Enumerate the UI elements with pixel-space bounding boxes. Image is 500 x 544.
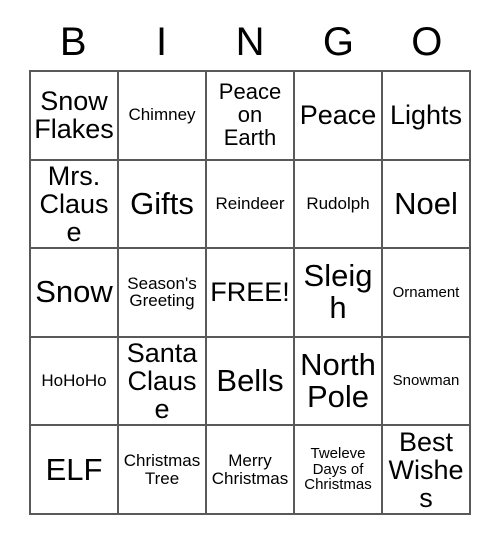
bingo-cell[interactable]: Chimney xyxy=(119,72,207,161)
bingo-cell-label: Snow Flakes xyxy=(34,86,114,145)
bingo-cell-label: Tweleve Days of Christmas xyxy=(304,445,372,494)
bingo-cell-label: Mrs. Clause xyxy=(39,160,109,247)
bingo-grid: Snow Flakes Chimney Peace on Earth Peace… xyxy=(29,70,471,515)
bingo-cell[interactable]: Best Wishes xyxy=(383,426,471,515)
bingo-cell-label: North Pole xyxy=(300,346,376,415)
bingo-cell[interactable]: HoHoHo xyxy=(31,337,119,427)
bingo-cell[interactable]: Rudolph xyxy=(295,160,383,250)
bingo-cell-label: Bells xyxy=(216,362,284,398)
bingo-cell[interactable]: ELF xyxy=(31,426,119,515)
bingo-cell[interactable]: Sleigh xyxy=(295,249,383,338)
bingo-cell[interactable]: Reindeer xyxy=(207,160,295,250)
bingo-cell[interactable]: Ornament xyxy=(383,249,471,338)
bingo-cell-label: Rudolph xyxy=(306,194,370,214)
bingo-cell[interactable]: Season's Greeting xyxy=(119,249,207,338)
bingo-card: B I N G O Snow Flakes Chimney Peace on E… xyxy=(29,14,471,515)
bingo-cell[interactable]: Mrs. Clause xyxy=(31,160,119,250)
bingo-row: Snow Flakes Chimney Peace on Earth Peace… xyxy=(31,72,471,161)
bingo-cell-label: ELF xyxy=(45,451,103,487)
bingo-cell-label: Peace xyxy=(299,100,377,131)
bingo-header-letter-b: B xyxy=(59,20,87,64)
bingo-row: Snow Season's Greeting FREE! Sleigh Orna… xyxy=(31,249,471,338)
bingo-cell-label: Best Wishes xyxy=(388,426,464,513)
bingo-cell-label: Reindeer xyxy=(215,194,285,214)
bingo-cell[interactable]: Bells xyxy=(207,337,295,427)
bingo-header-row: B I N G O xyxy=(29,14,471,70)
bingo-row: ELF Christmas Tree Merry Christmas Twele… xyxy=(31,426,471,515)
bingo-cell[interactable]: Snowman xyxy=(383,337,471,427)
bingo-cell[interactable]: Gifts xyxy=(119,160,207,250)
bingo-cell-label: Sleigh xyxy=(303,258,373,326)
bingo-cell[interactable]: Tweleve Days of Christmas xyxy=(295,426,383,515)
bingo-cell-label: Chimney xyxy=(128,105,196,125)
bingo-cell-label: Peace on Earth xyxy=(218,78,282,150)
bingo-cell[interactable]: Snow Flakes xyxy=(31,72,119,161)
bingo-cell-label: Snow xyxy=(35,274,113,310)
bingo-cell-label: Christmas Tree xyxy=(123,451,201,488)
bingo-cell[interactable]: Merry Christmas xyxy=(207,426,295,515)
bingo-row: HoHoHo Santa Clause Bells North Pole Sno… xyxy=(31,337,471,427)
bingo-cell[interactable]: Snow xyxy=(31,249,119,338)
bingo-cell-free[interactable]: FREE! xyxy=(207,249,295,338)
bingo-cell[interactable]: Lights xyxy=(383,72,471,161)
bingo-header-letter-i: I xyxy=(156,20,168,64)
bingo-cell-label: FREE! xyxy=(210,277,290,308)
bingo-header-letter-n: N xyxy=(235,20,265,64)
bingo-cell[interactable]: Peace on Earth xyxy=(207,72,295,161)
bingo-cell[interactable]: Peace xyxy=(295,72,383,161)
bingo-cell-label: Santa Clause xyxy=(126,337,198,425)
bingo-cell-label: Season's Greeting xyxy=(127,273,197,311)
bingo-cell-label: Gifts xyxy=(130,185,194,221)
bingo-cell-label: Lights xyxy=(389,100,463,131)
bingo-header-letter-g: G xyxy=(322,20,354,64)
bingo-header-letter-o: O xyxy=(411,20,443,64)
bingo-cell[interactable]: North Pole xyxy=(295,337,383,427)
bingo-cell-label: Ornament xyxy=(392,283,460,301)
bingo-cell-label: Noel xyxy=(394,185,458,221)
bingo-row: Mrs. Clause Gifts Reindeer Rudolph Noel xyxy=(31,160,471,250)
bingo-cell[interactable]: Noel xyxy=(383,160,471,250)
bingo-cell-label: Merry Christmas xyxy=(211,451,289,488)
bingo-cell[interactable]: Santa Clause xyxy=(119,337,207,427)
bingo-cell-label: Snowman xyxy=(392,372,460,390)
bingo-cell-label: HoHoHo xyxy=(41,371,107,391)
bingo-cell[interactable]: Christmas Tree xyxy=(119,426,207,515)
